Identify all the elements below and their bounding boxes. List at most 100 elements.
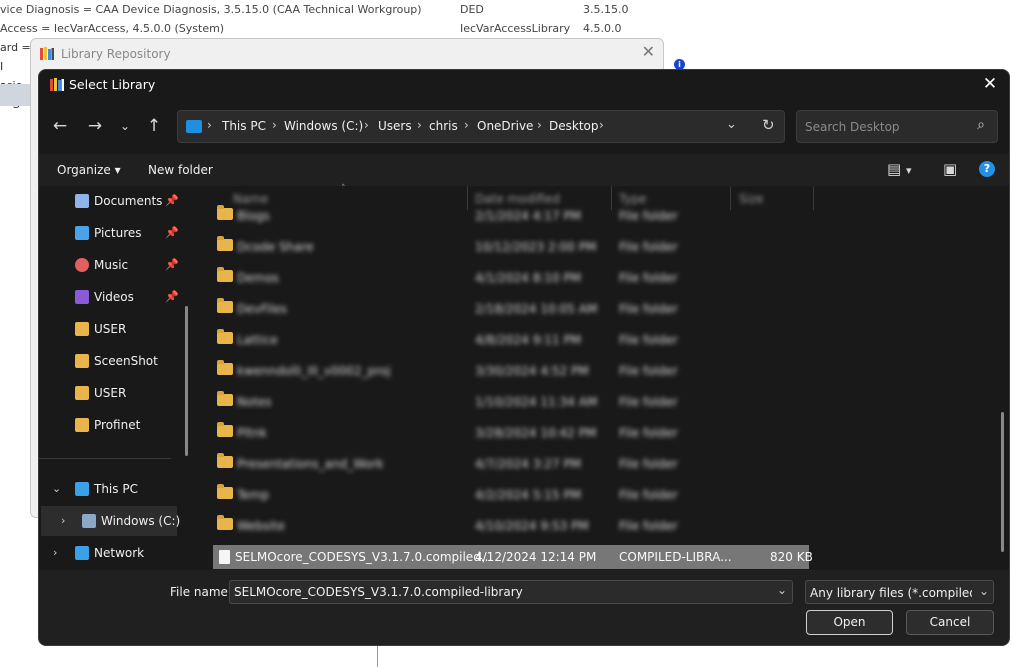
breadcrumb-this-pc[interactable]: This PC <box>222 119 266 133</box>
file-name: DevFiles <box>237 302 288 316</box>
repository-dialog-title: Library Repository <box>61 47 171 61</box>
file-date: 4/10/2024 9:53 PM <box>475 519 589 533</box>
close-button[interactable]: ✕ <box>979 72 1001 96</box>
breadcrumb-desktop[interactable]: Desktop <box>549 119 599 133</box>
nav-item-label: Documents <box>94 194 163 208</box>
file-type: File folder <box>619 457 678 471</box>
chevron-right-icon: › <box>464 118 469 132</box>
chevron-right-icon[interactable]: › <box>61 514 65 527</box>
pin-icon: 📌 <box>165 226 179 239</box>
back-button[interactable]: ← <box>48 114 72 138</box>
pin-icon: 📌 <box>165 194 179 207</box>
new-folder-button[interactable]: New folder <box>148 163 213 177</box>
preview-pane-icon[interactable]: ▣ <box>943 160 957 178</box>
background-divider <box>377 646 378 667</box>
network-icon <box>75 546 89 560</box>
background-row-name: vice Diagnosis = CAA Device Diagnosis, 3… <box>0 3 422 16</box>
background-fragment: ard = I <box>0 41 31 73</box>
list-item[interactable]: Pltnk 3/28/2024 10:42 PM File folder <box>213 417 1009 448</box>
nav-item-user[interactable]: USER <box>39 378 189 408</box>
pin-icon: 📌 <box>165 290 179 303</box>
nav-item-network[interactable]: › Network <box>39 538 189 568</box>
nav-item-music[interactable]: Music 📌 <box>39 250 189 280</box>
file-name: Blogs <box>237 209 270 223</box>
list-item[interactable]: Website 4/10/2024 9:53 PM File folder <box>213 510 1009 541</box>
nav-item-documents[interactable]: Documents 📌 <box>39 186 189 216</box>
breadcrumb-chris[interactable]: chris <box>429 119 458 133</box>
list-item[interactable]: DevFiles 2/18/2024 10:05 AM File folder <box>213 293 1009 324</box>
file-list-scrollbar[interactable] <box>1001 412 1004 552</box>
nav-item-label: Profinet <box>94 418 141 432</box>
nav-item-profinet[interactable]: Profinet <box>39 410 189 440</box>
close-icon[interactable]: ✕ <box>642 42 655 61</box>
file-type-filter[interactable]: Any library files (*.compiled-lib ⌄ <box>805 580 994 604</box>
navigation-pane: Documents 📌 Pictures 📌 Music 📌 Videos 📌 … <box>39 186 196 570</box>
open-button[interactable]: Open <box>806 610 893 635</box>
chevron-down-icon[interactable]: ⌄ <box>52 482 61 495</box>
cancel-button[interactable]: Cancel <box>906 610 994 635</box>
nav-item-videos[interactable]: Videos 📌 <box>39 282 189 312</box>
chevron-right-icon[interactable]: › <box>53 546 57 559</box>
selected-file-type: COMPILED-LIBRA... <box>619 550 732 564</box>
file-date: 1/10/2024 11:34 AM <box>475 395 598 409</box>
chevron-right-icon: › <box>417 118 422 132</box>
file-icon <box>219 550 230 564</box>
documents-icon <box>75 194 89 208</box>
file-type: File folder <box>619 333 678 347</box>
nav-item-this-pc[interactable]: ⌄ This PC <box>39 474 189 504</box>
breadcrumb-windows-c[interactable]: Windows (C:) <box>284 119 363 133</box>
breadcrumb-users[interactable]: Users <box>378 119 412 133</box>
folder-icon <box>217 515 233 530</box>
nav-item-sceenshot[interactable]: SceenShot <box>39 346 189 376</box>
file-date: 4/1/2024 8:10 PM <box>475 271 582 285</box>
view-options-icon[interactable]: ▤ ▾ <box>887 160 911 178</box>
nav-item-user[interactable]: USER <box>39 314 189 344</box>
sort-up-icon: ˄ <box>341 184 346 194</box>
file-type: File folder <box>619 302 678 316</box>
this-pc-icon <box>186 120 202 133</box>
list-item[interactable]: Lattice 4/8/2024 9:11 PM File folder <box>213 324 1009 355</box>
this-pc-icon <box>75 482 89 496</box>
chevron-down-icon[interactable]: ⌄ <box>726 117 737 132</box>
list-item[interactable]: kwenndolli_III_v0002_proj 3/30/2024 4:52… <box>213 355 1009 386</box>
folder-icon <box>75 322 89 336</box>
file-date: 2/18/2024 10:05 AM <box>475 302 598 316</box>
folder-icon <box>75 354 89 368</box>
file-type-filter-value: Any library files (*.compiled-lib <box>810 586 972 600</box>
search-icon[interactable]: ⌕ <box>977 117 985 133</box>
list-item[interactable]: Temp 4/2/2024 5:15 PM File folder <box>213 479 1009 510</box>
chevron-down-icon[interactable]: ⌄ <box>777 583 787 597</box>
address-bar[interactable]: › This PC › Windows (C:) › Users › chris… <box>177 110 785 143</box>
folder-icon <box>75 386 89 400</box>
list-item[interactable]: Demos 4/1/2024 8:10 PM File folder <box>213 262 1009 293</box>
recent-locations-button[interactable]: ⌄ <box>113 114 137 138</box>
folder-icon <box>217 205 233 220</box>
breadcrumb-onedrive[interactable]: OneDrive <box>477 119 533 133</box>
up-button[interactable]: ↑ <box>142 114 166 138</box>
file-type: File folder <box>619 240 678 254</box>
organize-button[interactable]: Organize ▾ <box>57 163 121 177</box>
list-item[interactable]: Dcode Share 10/12/2023 2:00 PM File fold… <box>213 231 1009 262</box>
refresh-icon[interactable]: ↻ <box>762 116 775 134</box>
search-box[interactable]: Search Desktop ⌕ <box>796 110 998 143</box>
folder-icon <box>217 391 233 406</box>
background-row: vice Diagnosis = CAA Device Diagnosis, 3… <box>0 0 660 19</box>
nav-item-label: Videos <box>94 290 134 304</box>
nav-item-label: Network <box>94 546 145 560</box>
file-name: Presentations_and_Work <box>237 457 384 471</box>
list-item[interactable]: Presentations_and_Work 4/7/2024 3:27 PM … <box>213 448 1009 479</box>
nav-item-pictures[interactable]: Pictures 📌 <box>39 218 189 248</box>
list-item[interactable]: Blogs 2/1/2024 4:17 PM File folder <box>213 200 1009 231</box>
drive-icon <box>82 514 96 528</box>
forward-button[interactable]: → <box>83 114 107 138</box>
selected-file-row[interactable]: SELMOcore_CODESYS_V3.1.7.0.compiled... 4… <box>213 545 813 569</box>
nav-item-windows-c[interactable]: › Windows (C:) <box>41 506 180 536</box>
select-library-dialog: Select Library ✕ ← → ⌄ ↑ › This PC › Win… <box>38 69 1010 646</box>
background-row-namespace: IecVarAccessLibrary <box>460 22 571 35</box>
help-icon[interactable]: ? <box>979 161 995 177</box>
file-name-input[interactable] <box>229 580 793 604</box>
list-item[interactable]: Notes 1/10/2024 11:34 AM File folder <box>213 386 1009 417</box>
background-row: Access = IecVarAccess, 4.5.0.0 (System) … <box>0 19 660 38</box>
nav-scrollbar[interactable] <box>185 306 188 456</box>
folder-icon <box>217 298 233 313</box>
